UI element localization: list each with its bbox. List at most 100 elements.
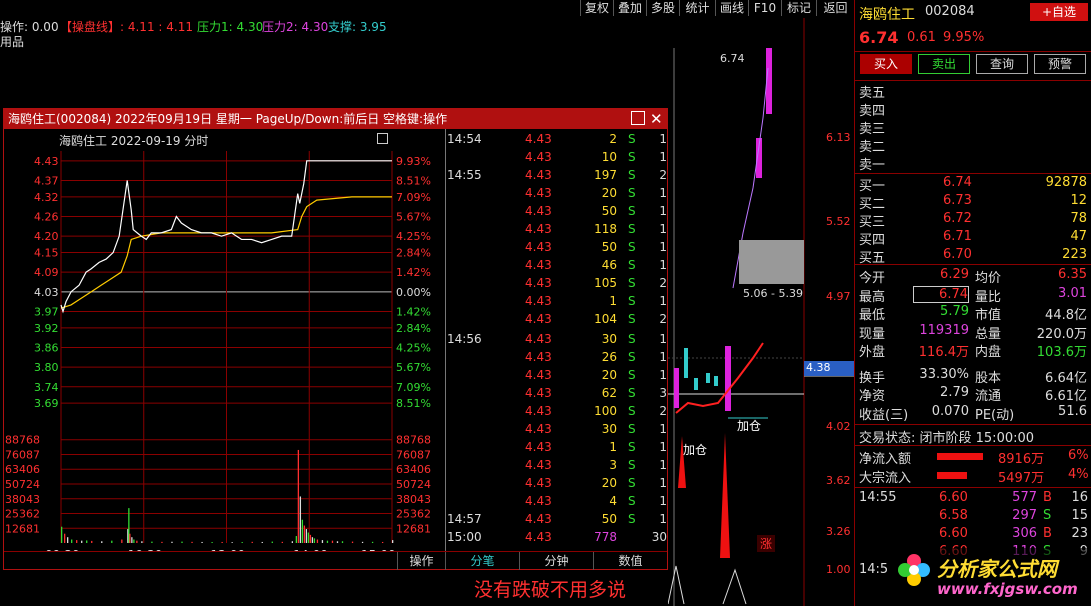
trade-price: 4.43: [525, 222, 552, 236]
trade-count: 1: [659, 240, 667, 254]
sell-3-label: 卖三: [859, 122, 886, 137]
tick-bs: S: [1043, 508, 1052, 523]
trade-price: 4.43: [525, 386, 552, 400]
y-tick-price: 3.86: [34, 342, 59, 355]
toolbar-biaoji[interactable]: 标记: [781, 0, 816, 16]
add-label-1: 加仓: [683, 443, 708, 457]
close-icon[interactable]: ✕: [650, 109, 663, 129]
trade-time: 15:00: [447, 530, 482, 544]
toolbar-diejia[interactable]: 叠加: [613, 0, 646, 16]
toolbar-f10[interactable]: F10: [748, 0, 781, 16]
buy-vol: 12: [1070, 193, 1087, 208]
kline-price-label-2: 5.52: [826, 215, 851, 228]
volume-bar: [161, 541, 163, 543]
volume-bar: [201, 541, 203, 543]
volume-bar: [371, 541, 374, 543]
stock-change: 0.61: [907, 30, 936, 45]
trade-row: 4.43 50 S 1: [445, 204, 667, 222]
buy-price: 6.74: [943, 175, 972, 190]
trade-price: 4.43: [525, 332, 552, 346]
toolbar-duogu[interactable]: 多股: [646, 0, 679, 16]
trade-count: 1: [659, 422, 667, 436]
tab-shuzhi[interactable]: 数值: [593, 552, 667, 570]
trade-price: 4.43: [525, 276, 552, 290]
tick-time: 14:5: [859, 562, 889, 577]
tick-vol: 577: [1012, 490, 1037, 505]
stat-value-right: 6.61亿: [1045, 389, 1087, 404]
trade-time: 14:57: [447, 512, 482, 526]
trade-price: 4.43: [525, 150, 552, 164]
sell-button[interactable]: 卖出: [918, 54, 970, 74]
trade-time: 14:56: [447, 332, 482, 346]
volume-bar: [191, 541, 193, 543]
alert-button[interactable]: 预警: [1034, 54, 1086, 74]
vol-tick: 76087: [5, 448, 40, 461]
volume-bar: [303, 525, 306, 543]
top-toolbar: 复权 叠加 多股 统计 画线 F10 标记 返回: [575, 0, 854, 16]
maximize-icon[interactable]: [631, 111, 645, 125]
stock-pct: 9.95%: [943, 30, 985, 45]
volume-bar: [141, 541, 143, 543]
y-tick-pct: 9.93%: [396, 155, 431, 168]
flow-pct-1: 6%: [1068, 448, 1089, 463]
trade-row: 14:56 4.43 30 S 1: [445, 332, 667, 350]
quote-panel: 海鸥住工 002084 +自选 6.74 0.61 9.95% 买入 卖出 查询…: [854, 0, 1091, 606]
popup-title: 海鸥住工(002084) 2022年09月19日 星期一 PageUp/Down…: [8, 112, 448, 126]
trade-row: 14:55 4.43 197 S 2: [445, 168, 667, 186]
trade-price: 4.43: [525, 368, 552, 382]
tab-caozuo[interactable]: 操作: [397, 552, 445, 570]
tick-price: 6.60: [939, 490, 968, 505]
tab-fenzhong[interactable]: 分钟: [519, 552, 593, 570]
stat-value-left: 5.79: [940, 304, 969, 319]
volume-bar: [86, 540, 88, 543]
trade-count: 1: [659, 350, 667, 364]
trade-count: 1: [659, 368, 667, 382]
add-favorite-button[interactable]: +自选: [1030, 3, 1088, 21]
flow-val-1: 8916万: [998, 452, 1045, 467]
toolbar-huaxian[interactable]: 画线: [715, 0, 748, 16]
annotation-text: 没有跌破不用多说: [474, 579, 627, 601]
trade-type: S: [628, 350, 636, 364]
logo-text: 分析家公式网: [937, 557, 1057, 581]
volume-bar: [76, 540, 78, 543]
stat-value-right: 103.6万: [1036, 345, 1087, 360]
range-label: 5.06 - 5.39: [743, 287, 803, 300]
query-button[interactable]: 查询: [976, 54, 1028, 74]
stat-label-left: 外盘: [859, 345, 886, 360]
trade-row: 4.43 100 S 2: [445, 404, 667, 422]
toolbar-fanhui[interactable]: 返回: [816, 0, 854, 16]
trade-time: 14:55: [447, 168, 482, 182]
kline-candle: [684, 348, 688, 378]
trade-vol: 1: [609, 294, 617, 308]
trade-row: 4.43 118 S 1: [445, 222, 667, 240]
y-tick-price: 3.74: [34, 381, 59, 394]
sep: [855, 51, 1091, 52]
vol-tick: 12681: [5, 522, 40, 535]
trade-price: 4.43: [525, 132, 552, 146]
trade-price: 4.43: [525, 240, 552, 254]
trade-row: 4.43 30 S 1: [445, 422, 667, 440]
trade-row: 4.43 20 S 1: [445, 476, 667, 494]
stat-label-left: 换手: [859, 370, 886, 386]
trade-price: 4.43: [525, 476, 552, 490]
kline-red-ma: [675, 342, 764, 414]
volume-bar: [321, 540, 324, 543]
trade-count: 1: [659, 294, 667, 308]
trade-vol: 197: [594, 168, 617, 182]
trade-count: 1: [659, 494, 667, 508]
volume-bar: [251, 541, 253, 543]
toolbar-tongji[interactable]: 统计: [679, 0, 715, 16]
popup-title-bar[interactable]: 海鸥住工(002084) 2022年09月19日 星期一 PageUp/Down…: [4, 109, 667, 129]
volume-bar: [271, 541, 273, 543]
trade-vol: 118: [594, 222, 617, 236]
trade-type: S: [628, 240, 636, 254]
trade-row: 15:00 4.43 778 30: [445, 530, 667, 548]
trade-row: 14:57 4.43 50 S 1: [445, 512, 667, 530]
trade-count: 1: [659, 204, 667, 218]
volume-bar: [91, 540, 93, 543]
toolbar-fuquan[interactable]: 复权: [580, 0, 613, 16]
trade-count: 1: [659, 186, 667, 200]
buy-button[interactable]: 买入: [860, 54, 912, 74]
tab-fenbi[interactable]: 分笔: [445, 552, 519, 570]
stat-value-right: 44.8亿: [1045, 308, 1087, 323]
